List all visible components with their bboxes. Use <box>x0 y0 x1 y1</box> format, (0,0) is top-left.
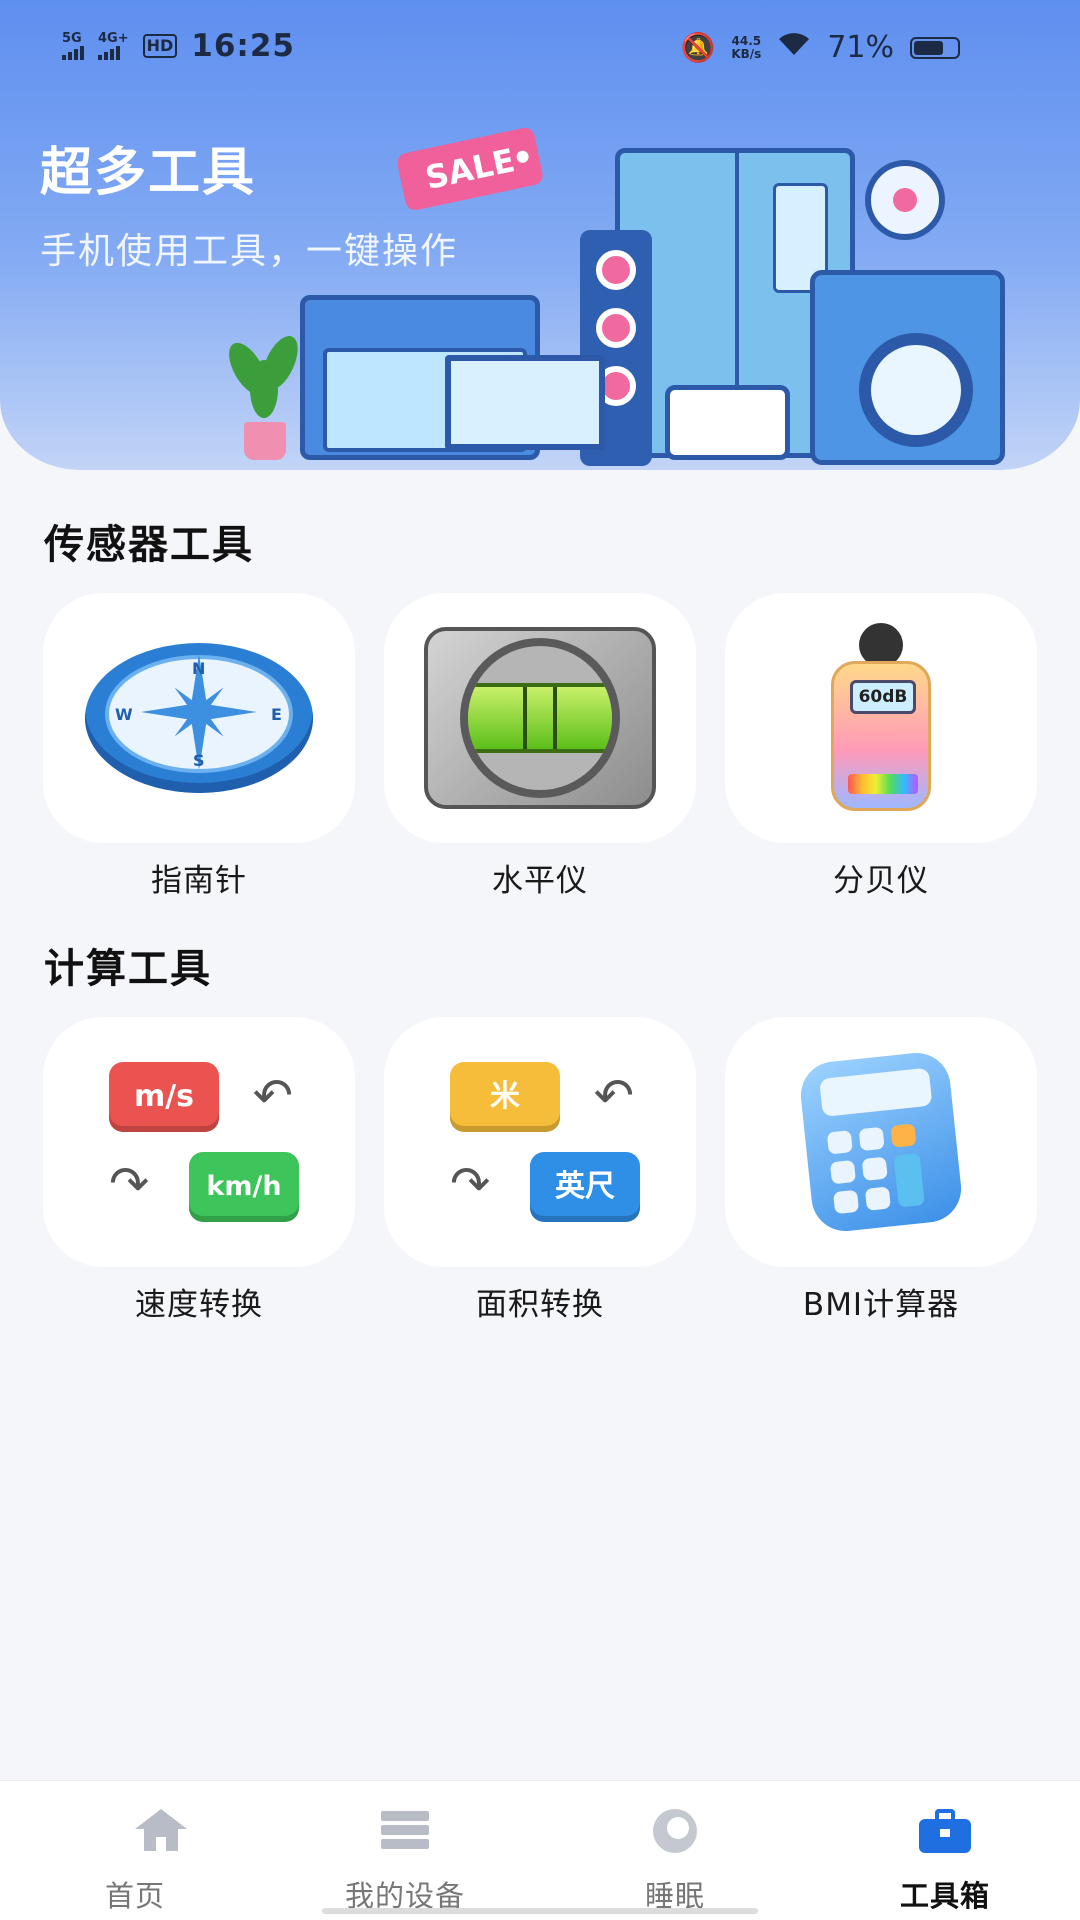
area-convert-icon: 米 ↶ ↷ 英尺 <box>450 1062 640 1222</box>
gesture-bar[interactable] <box>322 1908 758 1914</box>
hd-voice-icon: HD <box>142 34 178 58</box>
tool-tile-area-convert[interactable]: 米 ↶ ↷ 英尺 <box>384 1017 696 1267</box>
toolbox-icon <box>919 1809 971 1853</box>
tool-tile-speed-convert[interactable]: m/s ↶ ↷ km/h <box>43 1017 355 1267</box>
nav-item-sleep[interactable]: 睡眠 <box>540 1781 810 1920</box>
tool-label-bmi[interactable]: BMI计算器 <box>725 1279 1037 1324</box>
tool-label-speed-convert[interactable]: 速度转换 <box>43 1279 355 1324</box>
calculator-icon <box>797 1049 965 1235</box>
compass-icon: N S W E <box>85 643 313 793</box>
decibel-meter-icon: 60dB <box>831 623 931 813</box>
nav-item-home[interactable]: 首页 <box>0 1781 270 1920</box>
devices-icon <box>379 1809 431 1853</box>
cell-signal-4g-icon: 4G+ <box>98 32 129 60</box>
nav-label-home: 首页 <box>104 1879 165 1913</box>
tool-label-compass[interactable]: 指南针 <box>43 855 355 900</box>
nav-item-toolbox[interactable]: 工具箱 <box>810 1781 1080 1920</box>
battery-icon <box>910 36 960 59</box>
tool-label-level[interactable]: 水平仪 <box>384 855 696 900</box>
nav-item-devices[interactable]: 我的设备 <box>270 1781 540 1920</box>
speed-convert-icon: m/s ↶ ↷ km/h <box>109 1062 299 1222</box>
spirit-level-icon <box>424 627 656 809</box>
monitor-illustration <box>445 355 605 450</box>
fan-illustration <box>865 160 945 240</box>
plant-illustration <box>221 330 305 460</box>
clock: 16:25 <box>191 28 295 64</box>
mute-bell-icon: 🔕 <box>680 31 716 64</box>
cell-signal-5g-icon: 5G <box>62 32 84 60</box>
wifi-icon <box>777 30 811 65</box>
bottom-navigation: 首页 我的设备 睡眠 工具箱 <box>0 1780 1080 1920</box>
tool-tile-bmi[interactable] <box>725 1017 1037 1267</box>
network-speed: 44.5 KB/s <box>731 33 762 61</box>
battery-percent: 71% <box>827 30 894 65</box>
washing-machine-illustration <box>810 270 1005 465</box>
status-bar: 5G 4G+ HD 16:25 🔕 44.5 KB/s 71% <box>0 28 1080 70</box>
tool-label-decibel[interactable]: 分贝仪 <box>725 855 1037 900</box>
sleep-icon <box>653 1809 697 1853</box>
section-title-calculators: 计算工具 <box>44 946 212 992</box>
sale-tag: SALE <box>395 126 545 212</box>
radio-illustration <box>665 385 790 460</box>
nav-label-toolbox: 工具箱 <box>899 1879 990 1913</box>
appliances-illustration: SALE <box>190 100 1070 470</box>
tool-tile-decibel[interactable]: 60dB <box>725 593 1037 843</box>
tool-label-area-convert[interactable]: 面积转换 <box>384 1279 696 1324</box>
section-title-sensors: 传感器工具 <box>44 522 254 568</box>
tool-tile-compass[interactable]: N S W E <box>43 593 355 843</box>
hero-banner: 5G 4G+ HD 16:25 🔕 44.5 KB/s 71% 超多工具 手机使… <box>0 0 1080 470</box>
tool-tile-level[interactable] <box>384 593 696 843</box>
